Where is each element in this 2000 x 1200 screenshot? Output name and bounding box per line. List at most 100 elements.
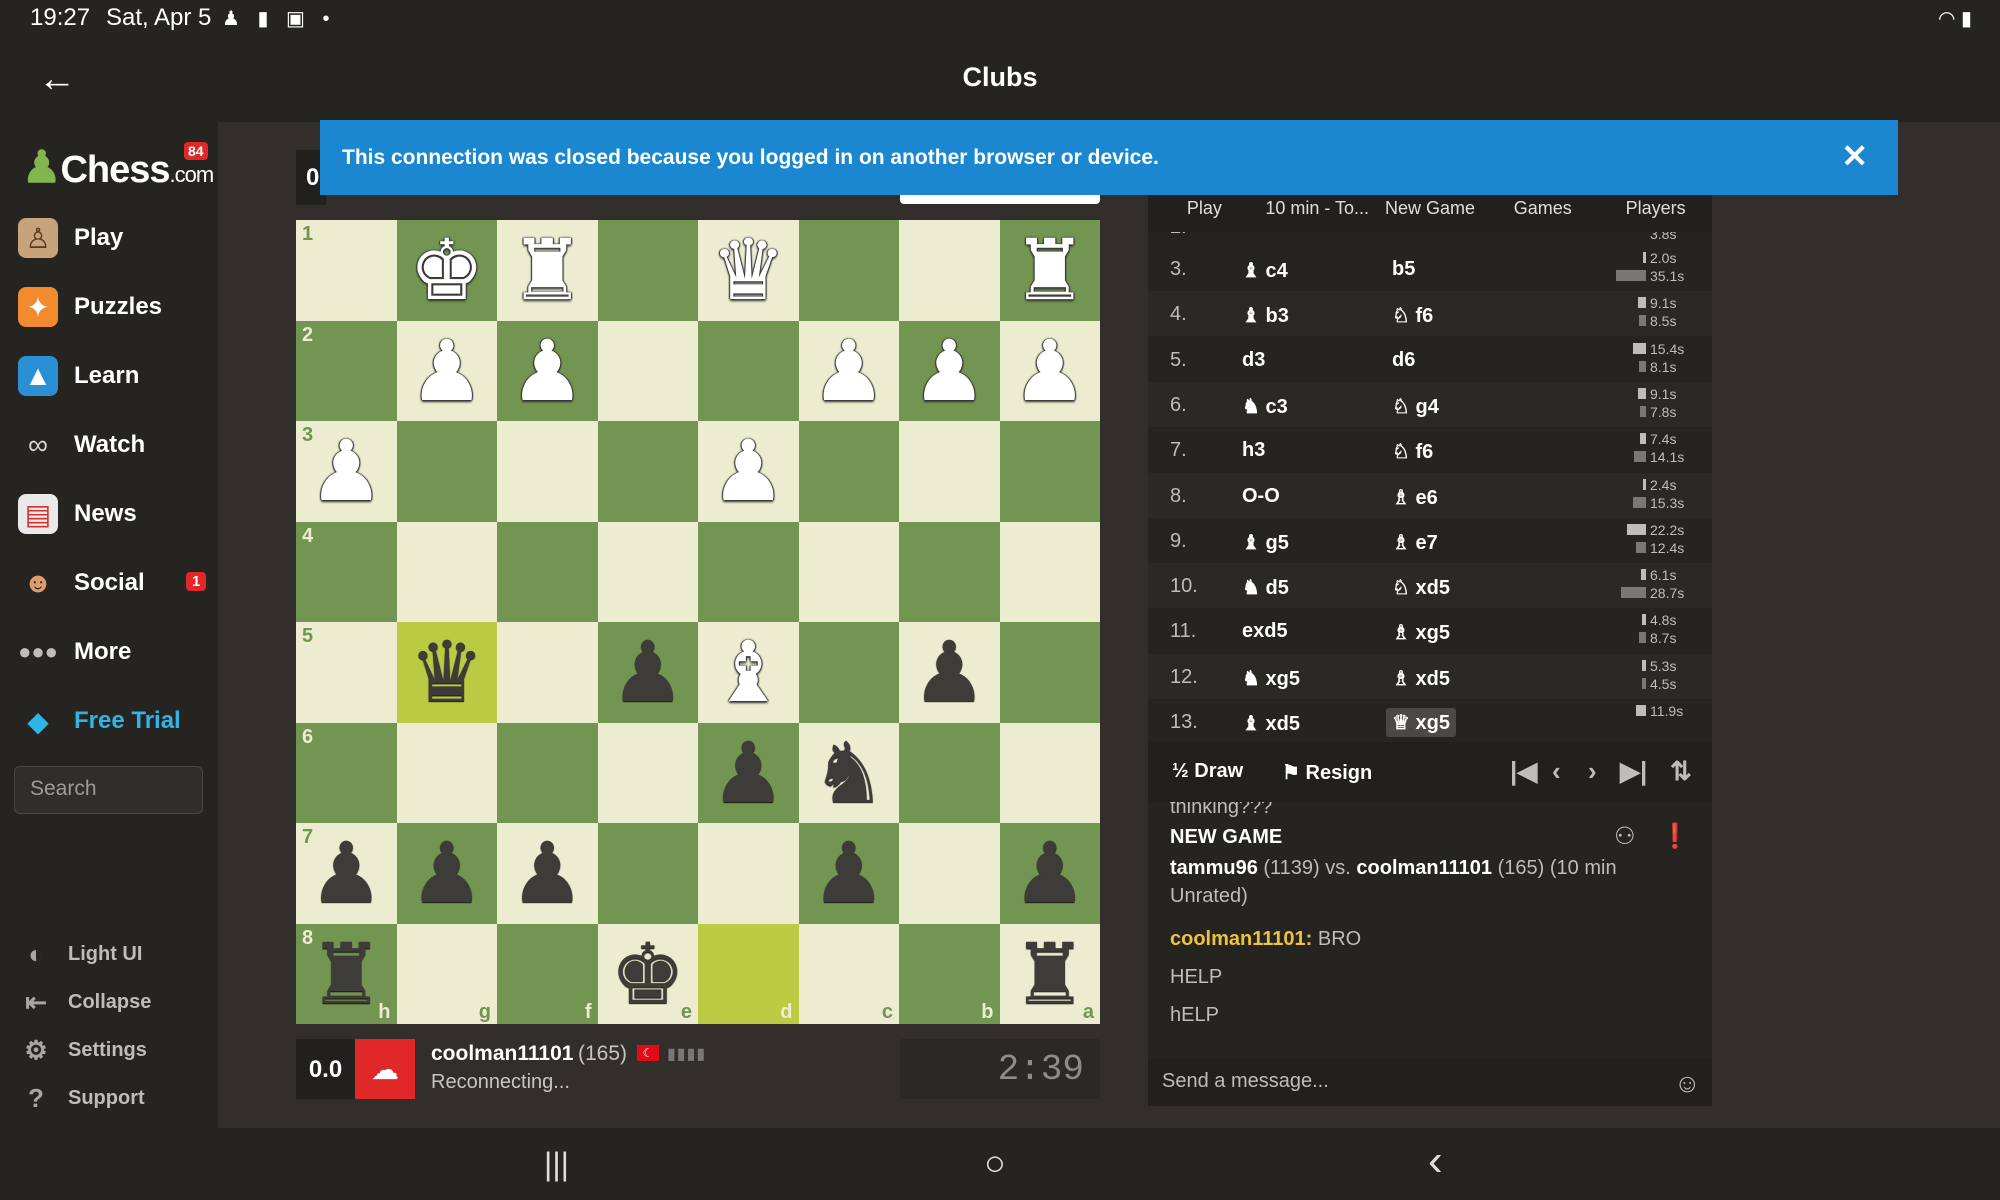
search-input[interactable]: Search: [14, 766, 203, 814]
black-player-name[interactable]: coolman11101: [1356, 857, 1492, 879]
board-square[interactable]: 5: [296, 622, 397, 723]
white-queen-piece[interactable]: ♛: [711, 228, 786, 312]
board-square[interactable]: [597, 823, 698, 924]
board-square[interactable]: [597, 320, 698, 421]
player-name[interactable]: coolman11101: [431, 1042, 573, 1066]
board-square[interactable]: [597, 722, 698, 823]
white-move[interactable]: ♝ c4: [1242, 258, 1288, 283]
black-queen-piece[interactable]: ♛: [409, 630, 484, 714]
board-square[interactable]: [396, 421, 497, 522]
board-square[interactable]: ♟: [396, 320, 497, 421]
board-square[interactable]: 3 ♟: [296, 421, 397, 522]
white-bishop-piece[interactable]: ♝: [711, 630, 786, 714]
black-king-piece[interactable]: ♚: [610, 932, 685, 1016]
board-square[interactable]: [798, 521, 899, 622]
black-pawn-piece[interactable]: ♟: [1012, 831, 1087, 915]
sidebar-item-watch[interactable]: ∞ Watch: [18, 417, 208, 473]
board-square[interactable]: [899, 823, 1000, 924]
move-list[interactable]: 2. 3.8s 3.♝ c4b52.0s35.1s4.♝ b3♘ f69.1s8…: [1148, 232, 1712, 742]
board-square[interactable]: ♜: [497, 220, 598, 321]
board-square[interactable]: [899, 220, 1000, 321]
board-square[interactable]: ♝: [698, 622, 799, 723]
white-pawn-piece[interactable]: ♟: [711, 429, 786, 513]
white-player-name[interactable]: tammu96: [1170, 857, 1258, 879]
black-move[interactable]: ♘ g4: [1392, 394, 1439, 419]
recents-icon[interactable]: |||: [544, 1146, 569, 1183]
tab-players[interactable]: Players: [1599, 190, 1712, 232]
black-move[interactable]: ♘ f6: [1392, 303, 1433, 328]
board-square[interactable]: ♛: [396, 622, 497, 723]
board-square[interactable]: ♟: [698, 722, 799, 823]
board-square[interactable]: ♚: [396, 220, 497, 321]
board-square[interactable]: [698, 320, 799, 421]
board-square[interactable]: [497, 421, 598, 522]
black-move[interactable]: ♘ xd5: [1392, 575, 1450, 600]
white-move[interactable]: ♝ b3: [1242, 303, 1289, 328]
board-square[interactable]: ♟: [497, 823, 598, 924]
black-move[interactable]: ♗ xg5: [1392, 620, 1450, 645]
board-square[interactable]: [798, 622, 899, 723]
tab-games[interactable]: Games: [1486, 190, 1599, 232]
light-ui-toggle[interactable]: ◐ Light UI: [20, 938, 142, 970]
black-rook-piece[interactable]: ♜: [309, 932, 384, 1016]
board-square[interactable]: [497, 622, 598, 723]
black-knight-piece[interactable]: ♞: [811, 731, 886, 815]
board-square[interactable]: [798, 421, 899, 522]
white-move[interactable]: h3: [1242, 439, 1265, 462]
sidebar-item-news[interactable]: ▤ News: [18, 486, 208, 542]
sidebar-item-learn[interactable]: ▲ Learn: [18, 348, 208, 404]
board-square[interactable]: b: [899, 923, 1000, 1024]
board-square[interactable]: ♟: [396, 823, 497, 924]
black-pawn-piece[interactable]: ♟: [711, 731, 786, 815]
next-move-icon[interactable]: ›: [1588, 756, 1597, 787]
board-square[interactable]: [698, 823, 799, 924]
board-square[interactable]: [597, 421, 698, 522]
white-pawn-piece[interactable]: ♟: [1012, 329, 1087, 413]
black-pawn-piece[interactable]: ♟: [811, 831, 886, 915]
board-square[interactable]: [597, 220, 698, 321]
board-square[interactable]: [999, 521, 1100, 622]
board-square[interactable]: a ♜: [999, 923, 1100, 1024]
black-move[interactable]: b5: [1392, 258, 1415, 281]
black-move[interactable]: d6: [1392, 349, 1415, 372]
white-pawn-piece[interactable]: ♟: [811, 329, 886, 413]
board-square[interactable]: 6: [296, 722, 397, 823]
resign-button[interactable]: ⚑ Resign: [1282, 760, 1372, 785]
board-square[interactable]: ♟: [798, 320, 899, 421]
settings-button[interactable]: ⚙ Settings: [20, 1034, 147, 1066]
black-pawn-piece[interactable]: ♟: [510, 831, 585, 915]
black-pawn-piece[interactable]: ♟: [409, 831, 484, 915]
white-rook-piece[interactable]: ♜: [1012, 228, 1087, 312]
back-icon[interactable]: ‹: [1428, 1136, 1443, 1186]
board-square[interactable]: [497, 722, 598, 823]
white-pawn-piece[interactable]: ♟: [309, 429, 384, 513]
collapse-button[interactable]: ⇤ Collapse: [20, 986, 151, 1018]
sidebar-item-more[interactable]: ●●● More: [18, 624, 208, 680]
black-move[interactable]: ♕ xg5: [1386, 708, 1456, 737]
board-square[interactable]: [497, 521, 598, 622]
board-square[interactable]: 8 h ♜: [296, 923, 397, 1024]
support-button[interactable]: ? Support: [20, 1082, 145, 1114]
board-square[interactable]: ♟: [999, 823, 1100, 924]
white-pawn-piece[interactable]: ♟: [409, 329, 484, 413]
black-pawn-piece[interactable]: ♟: [309, 831, 384, 915]
chess-board[interactable]: 1 ♚ ♜ ♛ ♜ 2 ♟ ♟ ♟ ♟ ♟ 3 ♟ ♟ 4 5 ♛ ♟ ♝ ♟ 6 ♟ ♞ 7 ♟ ♟ ♟ ♟ ♟ 8 h ♜ g f e ♚ d c b a…: [296, 220, 1100, 1024]
board-square[interactable]: [999, 421, 1100, 522]
board-square[interactable]: [396, 521, 497, 622]
board-square[interactable]: [999, 722, 1100, 823]
board-square[interactable]: [597, 521, 698, 622]
tab-play[interactable]: Play: [1148, 190, 1261, 232]
board-square[interactable]: ♟: [999, 320, 1100, 421]
tab-game-type[interactable]: 10 min - To...: [1261, 190, 1374, 232]
sidebar-item-free-trial[interactable]: ◆ Free Trial: [18, 693, 208, 749]
report-icon[interactable]: ❗: [1660, 822, 1690, 851]
first-move-icon[interactable]: |◀: [1510, 756, 1537, 787]
sidebar-item-play[interactable]: ♙ Play: [18, 210, 208, 266]
board-square[interactable]: [698, 521, 799, 622]
board-square[interactable]: [999, 622, 1100, 723]
white-move[interactable]: ♝ xd5: [1242, 711, 1300, 736]
black-move[interactable]: ♗ e6: [1392, 485, 1438, 510]
black-move[interactable]: ♗ xd5: [1392, 666, 1450, 691]
board-square[interactable]: ♟: [698, 421, 799, 522]
home-icon[interactable]: ○: [984, 1142, 1006, 1184]
